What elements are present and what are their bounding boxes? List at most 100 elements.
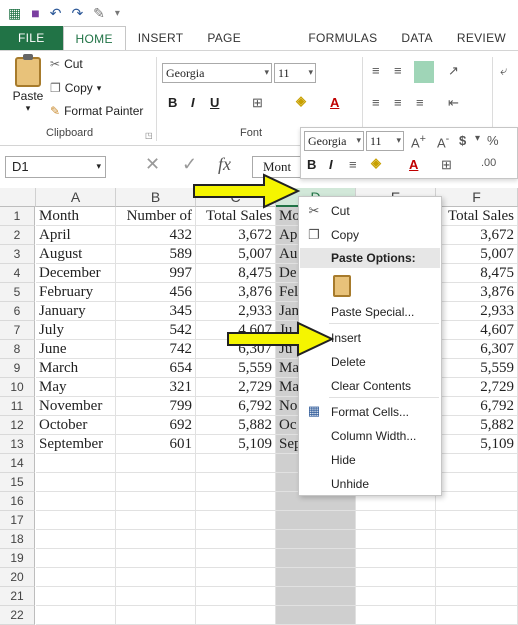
cut-button[interactable]: ✂ Cut	[50, 57, 83, 71]
row-header[interactable]: 18	[0, 530, 35, 549]
cell[interactable]: 5,007	[436, 245, 518, 264]
cell[interactable]	[276, 587, 356, 606]
align-middle-icon[interactable]: ≡	[394, 63, 402, 78]
indent-icon[interactable]: ⇤	[448, 95, 459, 111]
align-right-icon[interactable]: ≡	[416, 95, 424, 110]
row-header[interactable]: 4	[0, 264, 35, 283]
align-top-icon[interactable]: ≡	[372, 63, 380, 78]
cell[interactable]	[436, 587, 518, 606]
cell[interactable]	[196, 530, 276, 549]
copy-button[interactable]: ❐ Copy ▾	[50, 81, 101, 95]
paste-button[interactable]: Paste ▾	[8, 54, 48, 114]
cell[interactable]	[356, 587, 436, 606]
cell[interactable]: Number of	[116, 207, 196, 226]
menu-hide[interactable]: Hide	[331, 453, 356, 467]
menu-unhide[interactable]: Unhide	[331, 477, 369, 491]
cell[interactable]: 799	[116, 397, 196, 416]
cell[interactable]	[36, 511, 116, 530]
cell[interactable]	[116, 492, 196, 511]
cell[interactable]: June	[36, 340, 116, 359]
cell[interactable]	[36, 568, 116, 587]
mini-decimal-icon[interactable]: .00	[481, 157, 496, 169]
insert-function-icon[interactable]: fx	[218, 154, 231, 175]
cell[interactable]	[356, 549, 436, 568]
cell[interactable]	[36, 587, 116, 606]
percent-icon[interactable]: %	[487, 133, 499, 148]
cell[interactable]: 8,475	[436, 264, 518, 283]
mini-italic-button[interactable]: I	[329, 157, 333, 172]
cell[interactable]: 6,307	[436, 340, 518, 359]
row-header[interactable]: 8	[0, 340, 35, 359]
cell[interactable]: 3,672	[436, 226, 518, 245]
tab-insert[interactable]: INSERT	[126, 26, 196, 50]
cell[interactable]: 3,672	[196, 226, 276, 245]
mini-font-name-dropdown-icon[interactable]: ▾	[356, 135, 361, 146]
font-size-dropdown-icon[interactable]: ▾	[308, 67, 313, 78]
fill-color-icon[interactable]: ◈	[296, 93, 306, 109]
row-header[interactable]: 10	[0, 378, 35, 397]
cell[interactable]: November	[36, 397, 116, 416]
increase-font-icon[interactable]: A+	[411, 133, 426, 150]
name-box-dropdown-icon[interactable]: ▾	[96, 161, 101, 172]
cell[interactable]: 5,882	[196, 416, 276, 435]
enter-icon[interactable]: ✓	[182, 154, 197, 175]
name-box[interactable]: D1 ▾	[5, 156, 106, 178]
cell[interactable]: January	[36, 302, 116, 321]
menu-delete[interactable]: Delete	[331, 355, 366, 369]
cell[interactable]: 345	[116, 302, 196, 321]
mini-font-size-combo[interactable]: 11 ▾	[366, 131, 404, 151]
menu-paste-special[interactable]: Paste Special...	[331, 305, 414, 319]
cell[interactable]	[36, 549, 116, 568]
save-icon[interactable]: ■	[31, 5, 39, 21]
cell[interactable]: 3,876	[436, 283, 518, 302]
align-bottom-icon[interactable]	[414, 61, 434, 83]
row-header[interactable]: 16	[0, 492, 35, 511]
row-header[interactable]: 9	[0, 359, 35, 378]
underline-button[interactable]: U	[210, 95, 219, 110]
cell[interactable]: July	[36, 321, 116, 340]
cell[interactable]: April	[36, 226, 116, 245]
row-header[interactable]: 17	[0, 511, 35, 530]
row-header[interactable]: 13	[0, 435, 35, 454]
cell[interactable]	[36, 530, 116, 549]
menu-cut[interactable]: Cut	[331, 204, 350, 218]
cell[interactable]	[276, 549, 356, 568]
menu-column-width[interactable]: Column Width...	[331, 429, 416, 443]
wrap-text-icon[interactable]: ⤶	[500, 63, 507, 79]
align-center-icon[interactable]: ≡	[394, 95, 402, 110]
undo-icon[interactable]: ↶	[50, 5, 62, 22]
menu-clear-contents[interactable]: Clear Contents	[331, 379, 411, 393]
row-header[interactable]: 22	[0, 606, 35, 625]
cell[interactable]: Total Sales	[196, 207, 276, 226]
tab-review[interactable]: REVIEW	[445, 26, 518, 50]
cell[interactable]	[436, 473, 518, 492]
mini-bold-button[interactable]: B	[307, 157, 316, 172]
cell[interactable]	[276, 511, 356, 530]
menu-format-cells[interactable]: Format Cells...	[331, 405, 409, 419]
cell[interactable]	[196, 606, 276, 625]
tab-page-layout[interactable]: PAGE LAYOUT	[195, 26, 296, 69]
cell[interactable]: 692	[116, 416, 196, 435]
cell[interactable]: 321	[116, 378, 196, 397]
cell[interactable]	[436, 549, 518, 568]
row-header[interactable]: 5	[0, 283, 35, 302]
mini-fill-color-icon[interactable]: ◈	[371, 155, 381, 171]
cell[interactable]	[36, 473, 116, 492]
tab-data[interactable]: DATA	[389, 26, 444, 50]
mini-borders-icon[interactable]: ⊞	[441, 157, 452, 173]
cell[interactable]	[436, 454, 518, 473]
row-header[interactable]: 20	[0, 568, 35, 587]
cell[interactable]	[36, 454, 116, 473]
cell[interactable]	[276, 530, 356, 549]
cell[interactable]	[276, 606, 356, 625]
row-header[interactable]: 21	[0, 587, 35, 606]
row-header[interactable]: 12	[0, 416, 35, 435]
mini-font-name-combo[interactable]: Georgia ▾	[304, 131, 364, 151]
tab-home[interactable]: HOME	[62, 26, 126, 50]
font-size-combo[interactable]: 11 ▾	[274, 63, 316, 83]
format-painter-button[interactable]: ✎ Format Painter	[50, 104, 143, 118]
cell[interactable]: 2,729	[436, 378, 518, 397]
column-header-b[interactable]: B	[116, 188, 196, 207]
row-header[interactable]: 7	[0, 321, 35, 340]
cell[interactable]	[196, 511, 276, 530]
